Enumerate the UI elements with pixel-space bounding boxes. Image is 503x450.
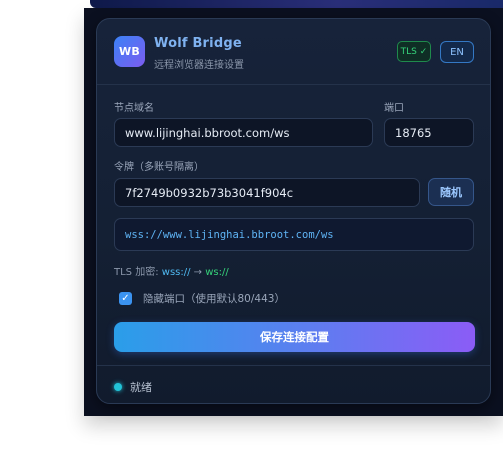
footer-divider [97,365,490,366]
checkmark-icon: ✓ [121,293,130,304]
host-input[interactable]: www.lijinghai.bbroot.com/ws [114,118,373,147]
port-label: 端口 [384,103,404,114]
app-subtitle: 远程浏览器连接设置 [154,60,244,71]
tls-arrow: → [193,267,203,278]
status-indicator-dot [114,383,122,391]
status-text: 就绪 [130,381,152,394]
tls-status-badge: TLS ✓ [397,41,431,62]
header-divider [97,84,490,85]
token-label: 令牌（多账号隔离） [114,162,204,173]
hide-port-label[interactable]: 隐藏端口（使用默认80/443） [143,291,285,306]
hide-port-checkbox[interactable]: ✓ [119,292,132,305]
tls-from-protocol: wss:// [161,267,191,278]
token-input[interactable]: 7f2749b0932b73b3041f904c [114,178,420,207]
port-input[interactable]: 18765 [384,118,474,147]
tls-to-protocol: ws:// [205,267,229,278]
settings-panel: WB Wolf Bridge 远程浏览器连接设置 TLS ✓ EN 节点域名 w… [96,18,491,404]
app-title: Wolf Bridge [154,36,242,51]
app-logo: WB [114,36,145,67]
random-token-button[interactable]: 随机 [428,178,474,206]
url-preview: wss://www.lijinghai.bbroot.com/ws [114,218,474,251]
language-toggle-button[interactable]: EN [440,41,474,63]
tls-prefix: TLS 加密: [114,267,159,278]
browser-top-strip [90,0,503,8]
host-label: 节点域名 [114,103,154,114]
save-config-button[interactable]: 保存连接配置 [114,322,475,352]
tls-info-line: TLS 加密: wss:// → ws:// [114,263,229,278]
